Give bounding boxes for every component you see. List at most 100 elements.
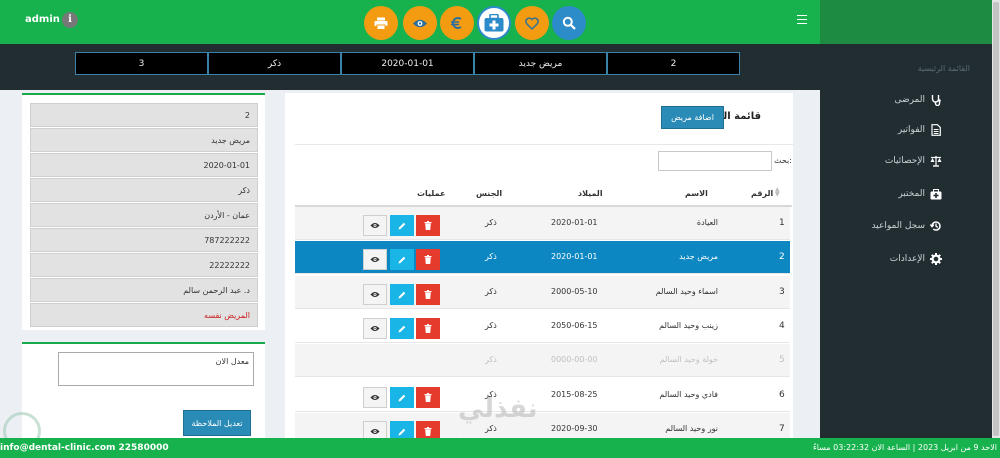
sidebar-item-label: الإحصائيات bbox=[884, 156, 925, 166]
stethoscope-icon bbox=[930, 94, 942, 106]
row-gender: ذكر bbox=[485, 355, 497, 364]
row-gender: ذكر bbox=[485, 252, 497, 261]
row-gender: ذكر bbox=[485, 321, 497, 330]
row-birth: 2020-01-01 bbox=[551, 218, 598, 227]
edit-button[interactable] bbox=[390, 318, 414, 339]
eye-icon bbox=[370, 326, 380, 331]
search-input[interactable] bbox=[658, 151, 772, 171]
sidebar-item-label: الفواتير bbox=[897, 125, 925, 135]
stat-box: 2020-01-01 bbox=[341, 52, 474, 75]
trash-icon bbox=[424, 255, 432, 264]
sidebar-item-lab[interactable]: المختبر bbox=[898, 188, 942, 200]
pencil-icon bbox=[398, 291, 406, 298]
table-row[interactable]: 6 فادي وحيد السالم 2015-08-25 ذكر bbox=[295, 379, 790, 412]
print-icon bbox=[374, 17, 388, 30]
detail-field: 2020-01-01 bbox=[30, 153, 258, 177]
row-birth: 2015-08-25 bbox=[551, 390, 598, 399]
history-icon bbox=[930, 220, 942, 232]
search-button[interactable] bbox=[552, 6, 586, 40]
delete-button[interactable] bbox=[416, 284, 440, 305]
column-header-birth[interactable]: الميلاد bbox=[578, 189, 603, 198]
row-name: نور وحيد السالم bbox=[665, 424, 718, 433]
sidebar: القائمة الرئيسية المرضى الفواتير الإحصائ… bbox=[820, 44, 992, 438]
row-name: زينب وحيد السالم bbox=[659, 321, 718, 330]
favorites-button[interactable] bbox=[515, 6, 549, 40]
currency-button[interactable] bbox=[440, 6, 474, 40]
sidebar-header: القائمة الرئيسية bbox=[917, 64, 970, 73]
table-row[interactable]: 1 العيادة 2020-01-01 ذكر bbox=[295, 207, 790, 240]
table-row[interactable]: 4 زينب وحيد السالم 2050-06-15 ذكر bbox=[295, 310, 790, 343]
view-button[interactable] bbox=[363, 215, 387, 236]
eye-icon bbox=[370, 257, 380, 262]
delete-button[interactable] bbox=[416, 215, 440, 236]
patient-details-panel: 2 مريض جديد 2020-01-01 ذكر عمان - الأردن… bbox=[22, 93, 265, 330]
invoice-icon bbox=[930, 124, 942, 136]
row-number: 4 bbox=[779, 321, 785, 331]
row-birth: 2020-09-30 bbox=[551, 424, 598, 433]
top-header: admin i bbox=[0, 0, 820, 44]
row-number: 5 bbox=[779, 355, 785, 365]
menu-toggle-icon[interactable] bbox=[797, 15, 807, 24]
stat-box: 2 bbox=[607, 52, 740, 75]
pencil-icon bbox=[398, 428, 406, 435]
column-header-name[interactable]: الاسم bbox=[685, 189, 708, 198]
eye-icon bbox=[413, 19, 427, 27]
sidebar-item-label: المختبر bbox=[898, 189, 925, 199]
detail-field: د. عبد الرحمن سالم bbox=[30, 278, 258, 302]
eye-icon bbox=[370, 292, 380, 297]
column-header-number[interactable]: الرقم bbox=[751, 189, 773, 198]
info-icon[interactable]: i bbox=[62, 12, 78, 28]
sidebar-item-appointments[interactable]: سجل المواعيد bbox=[872, 220, 942, 232]
sort-icon[interactable]: ▲ ▼ bbox=[775, 187, 780, 198]
delete-button[interactable] bbox=[416, 387, 440, 408]
delete-button[interactable] bbox=[416, 318, 440, 339]
search-icon bbox=[562, 16, 576, 30]
print-button[interactable] bbox=[364, 6, 398, 40]
notes-panel: معدل الان تعديل الملاحظة bbox=[22, 342, 265, 438]
trash-icon bbox=[424, 393, 432, 402]
view-button[interactable] bbox=[363, 249, 387, 270]
scrollbar-thumb[interactable] bbox=[993, 2, 999, 436]
stat-box: مريض جديد bbox=[474, 52, 607, 75]
row-gender: ذكر bbox=[485, 424, 497, 433]
view-button[interactable] bbox=[363, 318, 387, 339]
edit-button[interactable] bbox=[390, 284, 414, 305]
row-name: خولة وحيد السالم bbox=[659, 355, 718, 364]
gear-icon bbox=[930, 253, 942, 265]
edit-note-button[interactable]: تعديل الملاحظة bbox=[183, 410, 251, 436]
delete-button[interactable] bbox=[416, 249, 440, 270]
row-number: 6 bbox=[779, 390, 785, 400]
pencil-icon bbox=[398, 394, 406, 401]
medical-button[interactable] bbox=[477, 6, 511, 40]
row-birth: 2050-06-15 bbox=[551, 321, 598, 330]
sidebar-item-settings[interactable]: الإعدادات bbox=[890, 253, 942, 265]
add-patient-button[interactable]: اضافة مريض bbox=[661, 106, 724, 129]
notes-textarea[interactable]: معدل الان bbox=[58, 352, 254, 386]
edit-button[interactable] bbox=[390, 215, 414, 236]
sidebar-item-statistics[interactable]: الإحصائيات bbox=[885, 155, 942, 167]
table-row[interactable]: 5 خولة وحيد السالم 0000-00-00 ذكر bbox=[295, 344, 790, 377]
column-header-gender[interactable]: الجنس bbox=[476, 189, 502, 198]
sidebar-item-invoices[interactable]: الفواتير bbox=[898, 124, 942, 136]
user-name[interactable]: admin bbox=[25, 14, 60, 25]
row-number: 2 bbox=[779, 252, 785, 262]
sidebar-item-patients[interactable]: المرضى bbox=[894, 94, 942, 106]
row-gender: ذكر bbox=[485, 287, 497, 296]
detail-field: 787222222 bbox=[30, 228, 258, 252]
stat-box: ذكر bbox=[208, 52, 341, 75]
edit-button[interactable] bbox=[390, 387, 414, 408]
view-button[interactable] bbox=[363, 387, 387, 408]
footer-contact: info@dental-clinic.com 22580000 bbox=[0, 443, 169, 453]
view-button[interactable] bbox=[403, 6, 437, 40]
medkit-icon bbox=[484, 14, 504, 32]
trash-icon bbox=[424, 427, 432, 436]
table-row[interactable]: 3 اسماء وحيد السالم 2000-05-10 ذكر bbox=[295, 276, 790, 309]
trash-icon bbox=[424, 324, 432, 333]
row-name: العيادة bbox=[696, 218, 718, 227]
table-row[interactable]: 2 مريض جديد 2020-01-01 ذكر bbox=[295, 241, 790, 274]
eye-icon bbox=[370, 429, 380, 434]
eye-icon bbox=[370, 223, 380, 228]
edit-button[interactable] bbox=[390, 249, 414, 270]
stat-box: 3 bbox=[75, 52, 208, 75]
view-button[interactable] bbox=[363, 284, 387, 305]
